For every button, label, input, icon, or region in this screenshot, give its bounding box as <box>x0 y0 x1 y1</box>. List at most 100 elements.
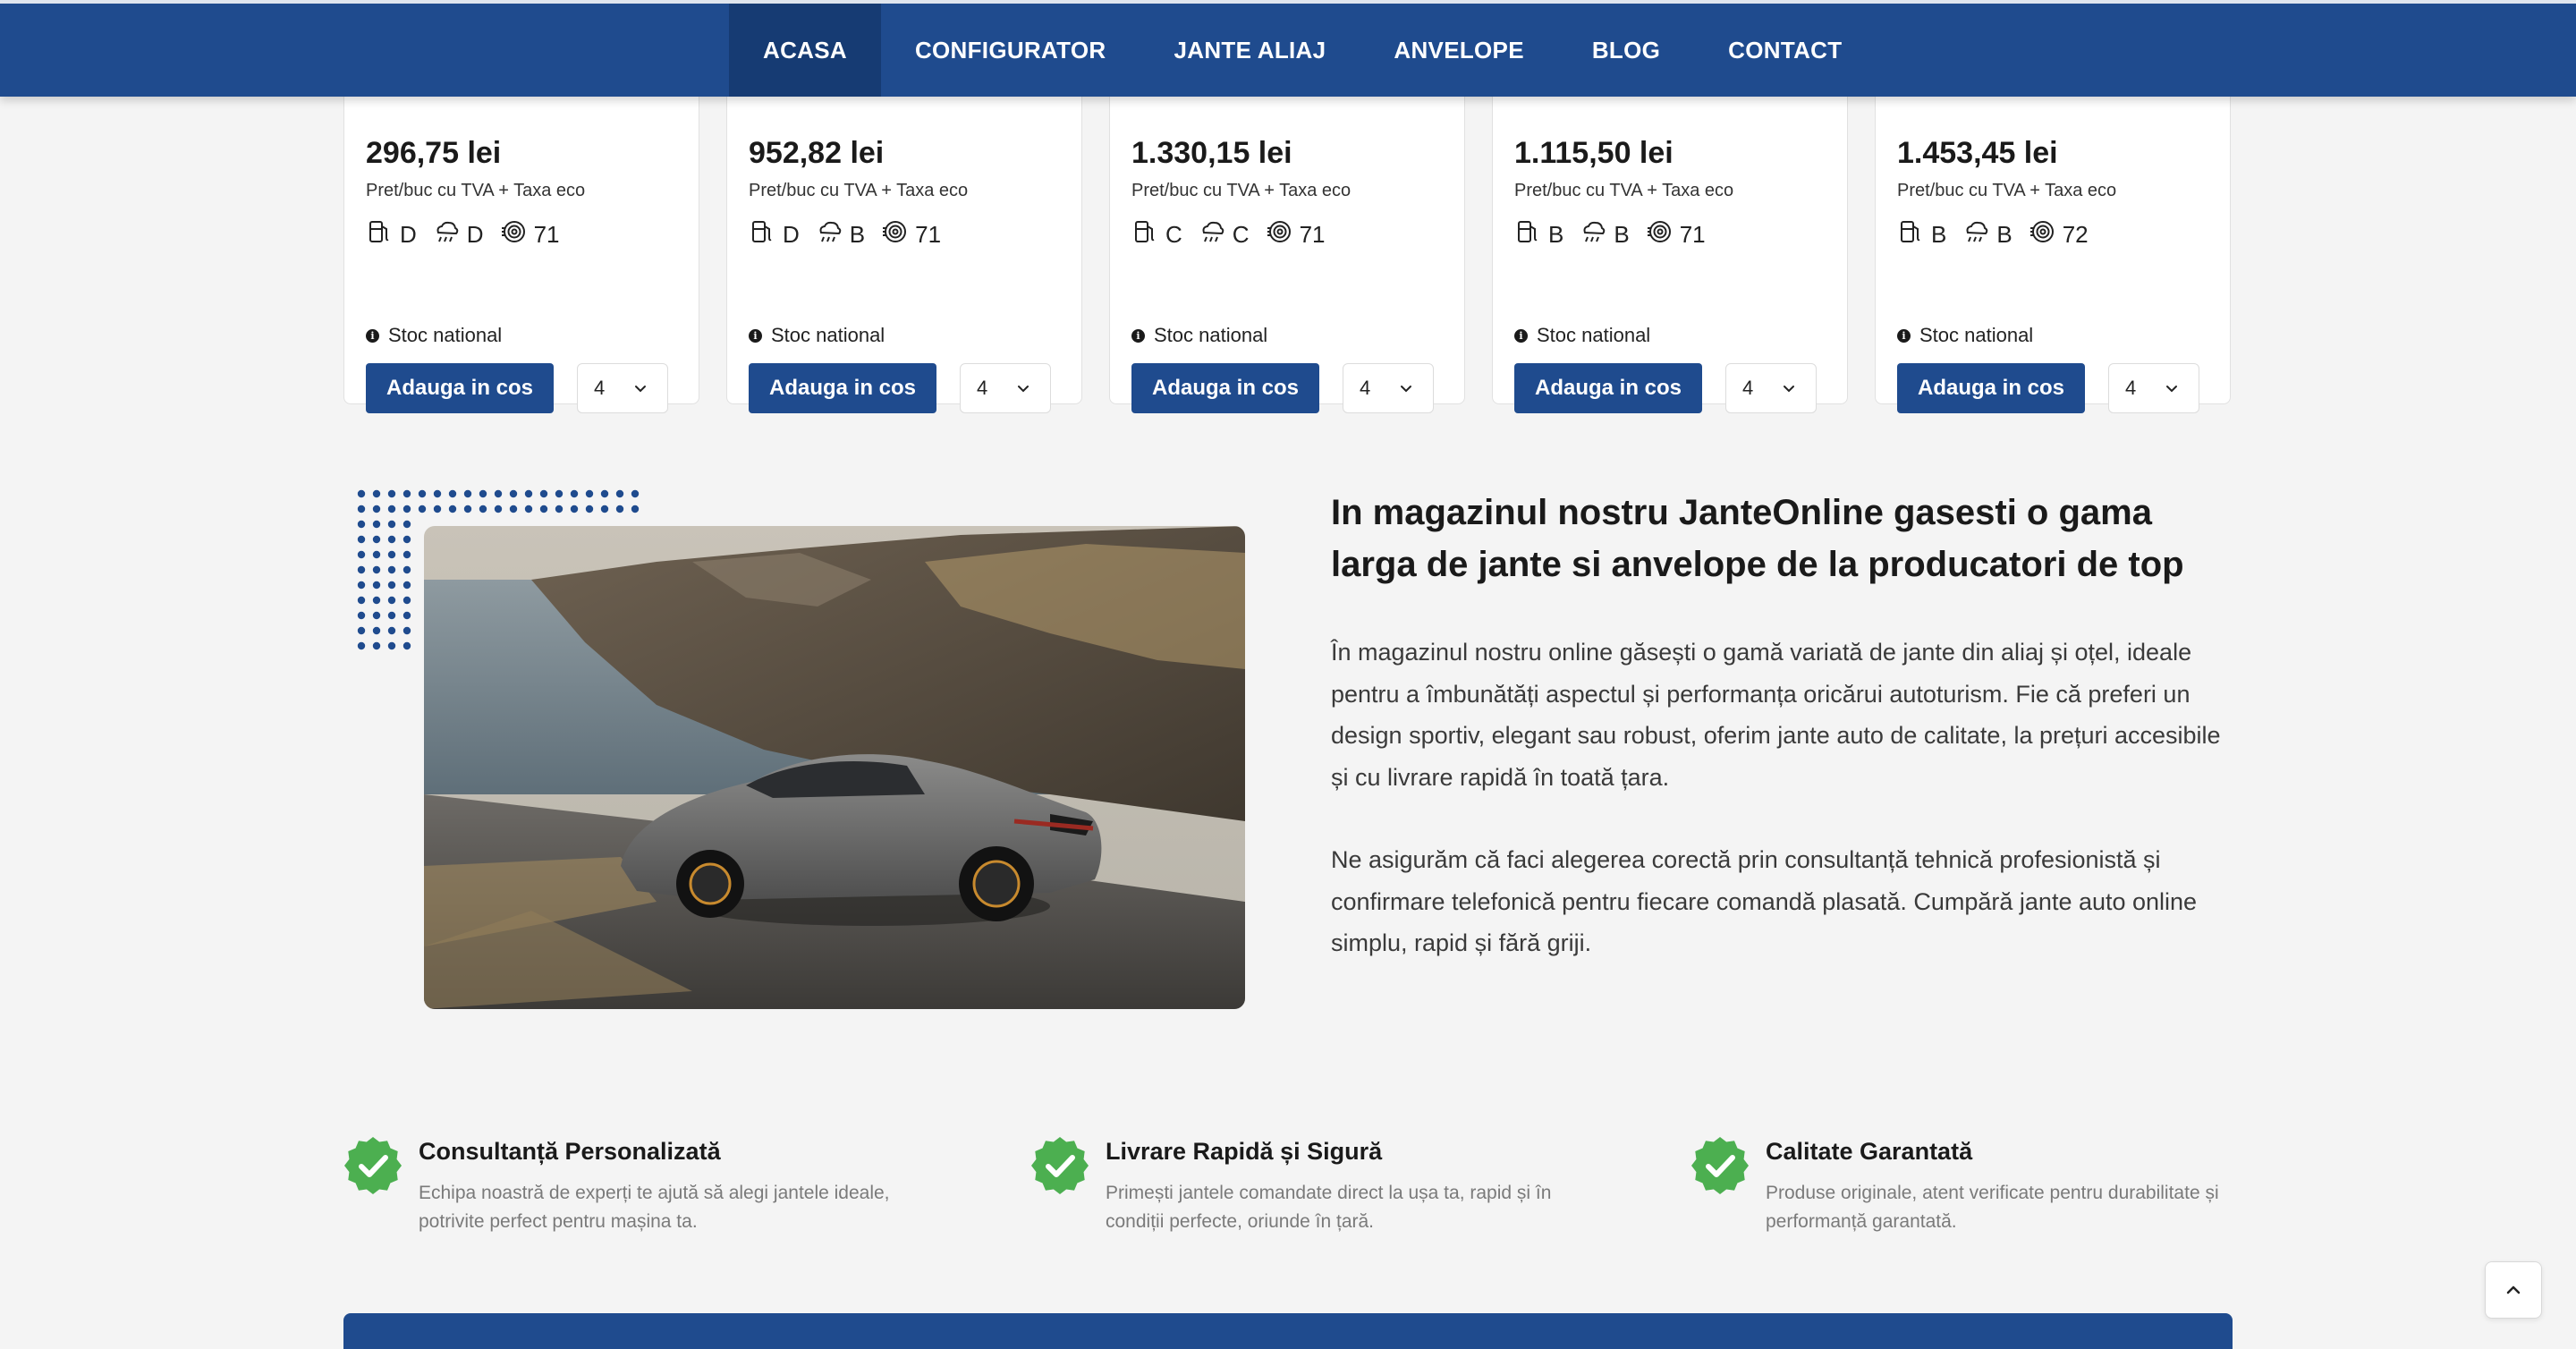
add-to-cart-button[interactable]: Adauga in cos <box>1897 363 2085 413</box>
wet-grip-icon <box>816 218 843 251</box>
nav-item-anvelope[interactable]: ANVELOPE <box>1360 4 1557 97</box>
product-card[interactable]: 1.115,50 lei Pret/buc cu TVA + Taxa eco … <box>1492 54 1848 413</box>
wet-grip-rating: B <box>849 220 866 248</box>
noise-rating: 72 <box>2062 220 2089 248</box>
chevron-down-icon <box>635 386 646 393</box>
nav-item-acasa[interactable]: ACASA <box>729 4 881 97</box>
main-navbar: ACASA CONFIGURATOR JANTE ALIAJ ANVELOPE … <box>0 0 2576 97</box>
stock-label: Stoc national <box>1154 324 1268 346</box>
product-card[interactable]: 1.453,45 lei Pret/buc cu TVA + Taxa eco … <box>1875 54 2231 413</box>
stock-status: i Stoc national <box>1131 324 1267 347</box>
feature-title: Consultanță Personalizată <box>419 1138 721 1165</box>
stock-label: Stoc national <box>771 324 886 346</box>
quantity-value: 4 <box>977 377 988 399</box>
feature-title: Calitate Garantată <box>1766 1138 1973 1165</box>
check-badge-icon <box>1031 1137 1089 1194</box>
nav-item-contact[interactable]: CONTACT <box>1694 4 1876 97</box>
stock-status: i Stoc national <box>1514 324 1650 347</box>
fuel-efficiency-icon <box>1131 218 1158 251</box>
fuel-rating: D <box>783 220 800 248</box>
info-icon: i <box>749 328 762 343</box>
quantity-select[interactable]: 4 <box>960 363 1051 413</box>
car-photo <box>424 526 1245 1009</box>
quantity-select[interactable]: 4 <box>1725 363 1817 413</box>
wet-grip-icon <box>1199 218 1225 251</box>
fuel-efficiency-icon <box>366 218 393 251</box>
eu-label-row: B B 71 <box>1514 220 1715 249</box>
check-badge-icon <box>344 1137 402 1194</box>
nav-item-configurator[interactable]: CONFIGURATOR <box>881 4 1140 97</box>
footer-banner <box>343 1313 2233 1349</box>
stock-label: Stoc national <box>1537 324 1651 346</box>
quantity-select[interactable]: 4 <box>2108 363 2199 413</box>
chevron-down-icon <box>1018 386 1029 393</box>
feature-title: Livrare Rapidă și Sigură <box>1106 1138 1383 1165</box>
add-to-cart-button[interactable]: Adauga in cos <box>1514 363 1702 413</box>
stock-label: Stoc national <box>1919 324 2034 346</box>
eu-label-row: B B 72 <box>1897 220 2097 249</box>
quantity-select[interactable]: 4 <box>577 363 668 413</box>
check-badge-icon <box>1691 1137 1749 1194</box>
info-icon: i <box>366 328 379 343</box>
product-card[interactable]: 952,82 lei Pret/buc cu TVA + Taxa eco D … <box>726 54 1082 413</box>
noise-level-icon <box>1266 218 1292 251</box>
eu-label-row: D B 71 <box>749 220 950 249</box>
fuel-rating: D <box>400 220 417 248</box>
chevron-down-icon <box>1401 386 1411 393</box>
info-icon: i <box>1897 328 1911 343</box>
wet-grip-rating: B <box>1614 220 1630 248</box>
add-to-cart-button[interactable]: Adauga in cos <box>366 363 554 413</box>
chevron-down-icon <box>1784 386 1794 393</box>
price-note: Pret/buc cu TVA + Taxa eco <box>1897 181 2117 200</box>
nav-item-jante-aliaj[interactable]: JANTE ALIAJ <box>1140 4 1360 97</box>
product-card[interactable]: 296,75 lei Pret/buc cu TVA + Taxa eco D … <box>343 54 699 413</box>
quantity-value: 4 <box>2125 377 2137 399</box>
wet-grip-rating: D <box>466 220 484 248</box>
fuel-efficiency-icon <box>1897 218 1924 251</box>
eu-label-row: D D 71 <box>366 220 568 249</box>
feature-description: Echipa noastră de experți te ajută să al… <box>419 1183 890 1232</box>
fuel-efficiency-icon <box>1514 218 1541 251</box>
quantity-value: 4 <box>594 377 606 399</box>
fuel-rating: B <box>1548 220 1564 248</box>
chevron-down-icon <box>2166 386 2177 393</box>
wet-grip-rating: C <box>1232 220 1250 248</box>
stock-status: i Stoc national <box>366 324 502 347</box>
info-icon: i <box>1514 328 1528 343</box>
product-price: 1.330,15 lei <box>1131 136 1292 170</box>
noise-level-icon <box>881 218 908 251</box>
noise-level-icon <box>1646 218 1673 251</box>
nav-item-blog[interactable]: BLOG <box>1558 4 1694 97</box>
wet-grip-icon <box>433 218 460 251</box>
about-title: In magazinul nostru JanteOnline gasesti … <box>1331 493 2184 584</box>
scroll-top-button[interactable] <box>2485 1261 2542 1319</box>
add-to-cart-button[interactable]: Adauga in cos <box>1131 363 1319 413</box>
price-note: Pret/buc cu TVA + Taxa eco <box>366 181 586 200</box>
feature-description: Produse originale, atent verificate pent… <box>1766 1183 2219 1232</box>
stock-status: i Stoc national <box>749 324 885 347</box>
wet-grip-icon <box>1580 218 1606 251</box>
eu-label-row: C C 71 <box>1131 220 1334 249</box>
stock-status: i Stoc national <box>1897 324 2033 347</box>
info-icon: i <box>1131 328 1145 343</box>
wet-grip-icon <box>1962 218 1989 251</box>
quantity-value: 4 <box>1742 377 1754 399</box>
about-paragraph-2: Ne asigurăm că faci alegerea corectă pri… <box>1331 846 2198 956</box>
quantity-value: 4 <box>1360 377 1371 399</box>
noise-rating: 71 <box>533 220 560 248</box>
feature-description: Primești jantele comandate direct la ușa… <box>1106 1183 1552 1232</box>
stock-label: Stoc national <box>388 324 503 346</box>
noise-rating: 71 <box>1679 220 1706 248</box>
noise-rating: 71 <box>1299 220 1326 248</box>
wet-grip-rating: B <box>1996 220 2012 248</box>
product-price: 296,75 lei <box>366 136 502 170</box>
product-card[interactable]: 1.330,15 lei Pret/buc cu TVA + Taxa eco … <box>1109 54 1465 413</box>
noise-level-icon <box>2029 218 2055 251</box>
noise-rating: 71 <box>915 220 942 248</box>
noise-level-icon <box>500 218 527 251</box>
product-price: 1.453,45 lei <box>1897 136 2058 170</box>
add-to-cart-button[interactable]: Adauga in cos <box>749 363 936 413</box>
quantity-select[interactable]: 4 <box>1343 363 1434 413</box>
fuel-rating: B <box>1931 220 1947 248</box>
fuel-efficiency-icon <box>749 218 775 251</box>
